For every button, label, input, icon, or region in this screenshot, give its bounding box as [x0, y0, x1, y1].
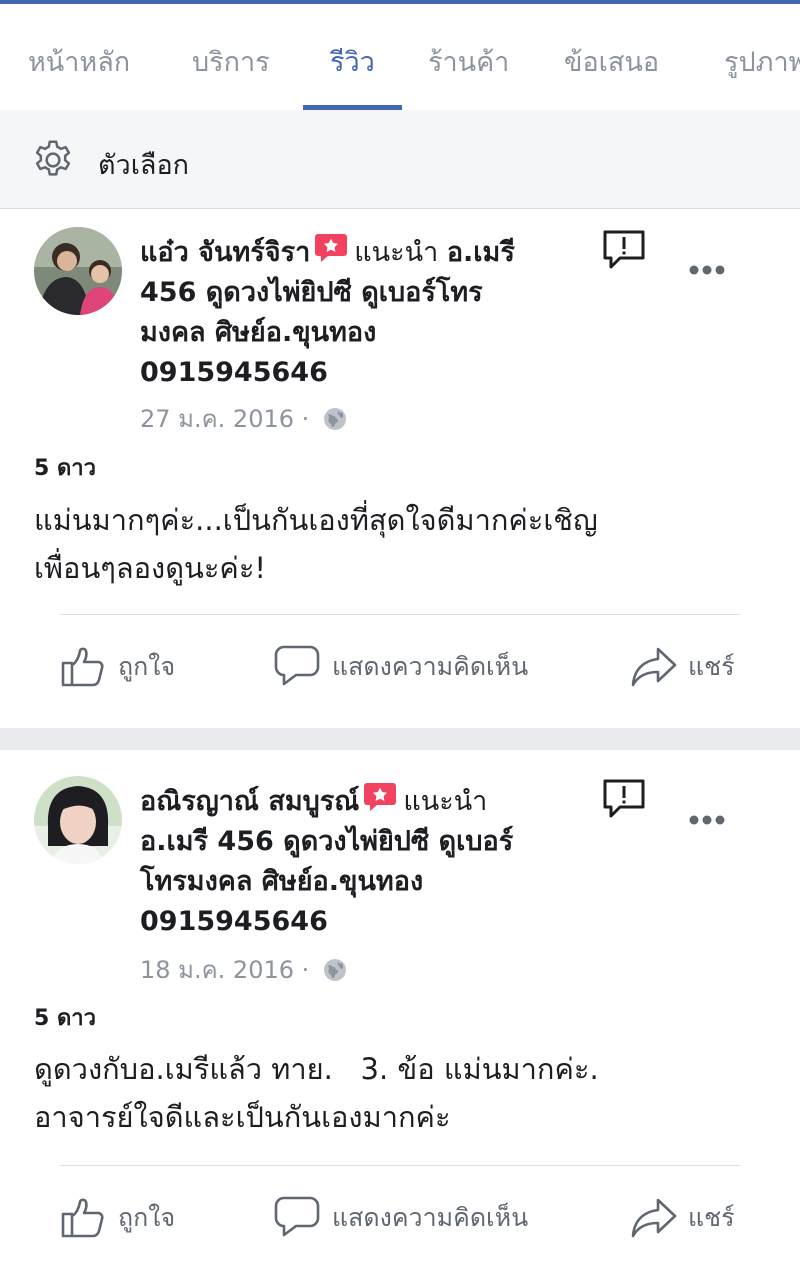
more-options-icon[interactable] — [688, 263, 726, 277]
page-name-cont[interactable]: 456 ดูดวงไพ่ยิปซี ดูเบอร์โทร — [140, 277, 483, 308]
comment-label: แสดงความคิดเห็น — [332, 652, 529, 681]
like-button[interactable]: ถูกใจ — [60, 643, 210, 689]
divider — [60, 1165, 740, 1166]
star-rating: 5 ดาว — [34, 1006, 96, 1031]
recommends-label: แนะนำ — [354, 237, 439, 268]
page-phone[interactable]: 0915945646 — [140, 906, 328, 937]
tab-shop[interactable]: ร้านค้า — [428, 40, 509, 83]
page-tabs: หน้าหลัก บริการ รีวิว ร้านค้า ข้อเสนอ รู… — [0, 4, 800, 111]
review-text-line: อาจารย์ใจดีและเป็นกันเองมากค่ะ — [34, 1100, 451, 1134]
reviewer-avatar[interactable] — [34, 776, 122, 864]
comment-button[interactable]: แสดงความคิดเห็น — [274, 1194, 554, 1240]
tab-reviews[interactable]: รีวิว — [330, 40, 375, 83]
reviewer-name[interactable]: แอ๋ว จันทร์จิรา — [140, 237, 310, 268]
tab-home[interactable]: หน้าหลัก — [28, 40, 130, 83]
share-button[interactable]: แชร์ — [630, 643, 750, 689]
share-label: แชร์ — [688, 652, 735, 681]
globe-icon — [323, 959, 346, 981]
review-card: อณิรญาณ์ สมบูรณ์ แนะนำ อ.เมรี 456 ดูดวงไพ… — [0, 750, 800, 1280]
options-bar[interactable]: ตัวเลือก — [0, 110, 800, 209]
more-options-icon[interactable] — [688, 813, 726, 827]
review-date[interactable]: 18 ม.ค. 2016 · — [140, 956, 309, 984]
page-name-cont[interactable]: โทรมงคล ศิษย์อ.ขุนทอง — [140, 866, 423, 897]
share-icon — [631, 647, 677, 687]
review-meta: 27 ม.ค. 2016 · — [140, 399, 347, 438]
recommends-label: แนะนำ — [403, 786, 488, 817]
share-label: แชร์ — [688, 1203, 735, 1232]
like-label: ถูกใจ — [118, 652, 176, 681]
review-text-line: ดูดวงกับอ.เมรีแล้ว ทาย. 3. ข้อ แม่นมากค่… — [34, 1052, 599, 1086]
recommend-badge-icon — [364, 783, 397, 811]
page-name[interactable]: อ.เมรี — [447, 237, 515, 268]
divider — [60, 614, 740, 615]
page-name-cont[interactable]: มงคล ศิษย์อ.ขุนทอง — [140, 317, 376, 348]
report-icon[interactable] — [602, 778, 646, 820]
like-button[interactable]: ถูกใจ — [60, 1194, 210, 1240]
thumbs-up-icon — [61, 1198, 104, 1238]
section-separator — [0, 728, 800, 750]
reviewer-avatar[interactable] — [34, 227, 122, 315]
recommend-badge-icon — [315, 234, 348, 262]
review-meta: 18 ม.ค. 2016 · — [140, 950, 347, 989]
tab-offers[interactable]: ข้อเสนอ — [564, 40, 659, 83]
review-text: ดูดวงกับอ.เมรีแล้ว ทาย. 3. ข้อ แม่นมากค่… — [34, 1045, 774, 1141]
reviewer-name[interactable]: อณิรญาณ์ สมบูรณ์ — [140, 786, 359, 817]
like-label: ถูกใจ — [118, 1203, 176, 1232]
review-text-line: แม่นมากๆค่ะ...เป็นกันเองที่สุดใจดีมากค่ะ… — [34, 503, 598, 537]
thumbs-up-icon — [61, 647, 104, 687]
review-header: แอ๋ว จันทร์จิรา แนะนำ อ.เมรี 456 ดูดวงไพ่… — [140, 233, 580, 393]
review-text: แม่นมากๆค่ะ...เป็นกันเองที่สุดใจดีมากค่ะ… — [34, 496, 774, 592]
comment-icon — [274, 1196, 320, 1237]
review-text-line: เพื่อนๆลองดูนะค่ะ! — [34, 551, 267, 585]
globe-icon — [323, 408, 346, 430]
report-icon[interactable] — [602, 229, 646, 271]
review-card: แอ๋ว จันทร์จิรา แนะนำ อ.เมรี 456 ดูดวงไพ่… — [0, 209, 800, 728]
page-name[interactable]: อ.เมรี 456 ดูดวงไพ่ยิปซี ดูเบอร์ — [140, 826, 513, 857]
gear-icon — [35, 140, 71, 176]
options-label: ตัวเลือก — [98, 150, 190, 181]
share-icon — [631, 1198, 677, 1238]
tab-photos[interactable]: รูปภาพ — [724, 40, 800, 83]
share-button[interactable]: แชร์ — [630, 1194, 750, 1240]
page-phone[interactable]: 0915945646 — [140, 357, 328, 388]
comment-button[interactable]: แสดงความคิดเห็น — [274, 643, 554, 689]
tab-services[interactable]: บริการ — [192, 40, 270, 83]
review-date[interactable]: 27 ม.ค. 2016 · — [140, 405, 309, 433]
comment-label: แสดงความคิดเห็น — [332, 1203, 529, 1232]
comment-icon — [274, 645, 320, 686]
star-rating: 5 ดาว — [34, 456, 96, 481]
review-header: อณิรญาณ์ สมบูรณ์ แนะนำ อ.เมรี 456 ดูดวงไพ… — [140, 782, 580, 942]
